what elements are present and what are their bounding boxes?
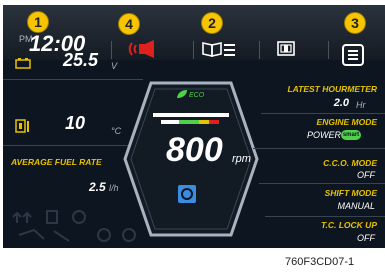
shift-mode-label: SHIFT MODE [324, 188, 377, 198]
hourmeter-unit: Hr [356, 100, 366, 110]
tc-lockup-label: T.C. LOCK UP [320, 220, 377, 230]
avg-fuel-rate-label: AVERAGE FUEL RATE [11, 157, 102, 167]
hourmeter-label: LATEST HOURMETER [287, 84, 377, 94]
avg-fuel-rate-unit: l/h [109, 183, 119, 193]
divider [265, 216, 385, 217]
engine-rpm-unit: rpm [232, 153, 251, 165]
engine-mode-value: POWER [307, 130, 342, 140]
coolant-temp-value: 10 [65, 113, 86, 133]
divider [111, 41, 112, 59]
top-bar: PM 12:00 [3, 5, 385, 60]
callout-marker: 2 [201, 12, 223, 34]
manual-book-icon[interactable] [201, 39, 237, 59]
divider [3, 145, 138, 146]
leaf-icon [177, 90, 187, 98]
hourmeter-value: 2.0 [333, 97, 349, 109]
cco-mode-label: C.C.O. MODE [323, 158, 377, 168]
cco-mode-value: OFF [357, 170, 375, 180]
shift-mode-value: MANUAL [337, 201, 375, 211]
coolant-temp-unit: °C [111, 126, 122, 136]
menu-icon[interactable] [342, 44, 364, 66]
quick-button[interactable] [178, 185, 196, 203]
callout-marker: 3 [344, 12, 366, 34]
eco-gauge-bar [153, 113, 229, 117]
tc-lockup-value: OFF [357, 233, 375, 243]
divider [259, 41, 260, 59]
coolant-temp-icon [15, 119, 29, 133]
callout-marker: 4 [118, 13, 140, 35]
divider [259, 183, 385, 184]
battery-icon [15, 58, 31, 69]
camera-view-icon[interactable] [276, 39, 296, 59]
smart-badge: smart [341, 130, 361, 140]
engine-mode-label: ENGINE MODE [316, 117, 377, 127]
battery-voltage-unit: V [111, 61, 118, 71]
display-screen: PM 12:00 25.5 V 10 °C AVERAGE FUEL RATE … [3, 5, 385, 248]
battery-voltage-value: 25.5 [63, 50, 99, 70]
avg-fuel-rate-value: 2.5 [89, 180, 106, 194]
divider [328, 41, 329, 59]
divider [261, 113, 385, 114]
divider [3, 79, 143, 80]
engine-rpm-value: 800 [166, 131, 223, 169]
divider [193, 41, 194, 59]
figure-caption: 760F3CD07-1 [285, 256, 355, 268]
eco-label: ECO [189, 92, 205, 99]
callout-marker: 1 [27, 11, 49, 33]
alarm-horn-icon[interactable] [128, 38, 156, 60]
divider [253, 148, 385, 149]
